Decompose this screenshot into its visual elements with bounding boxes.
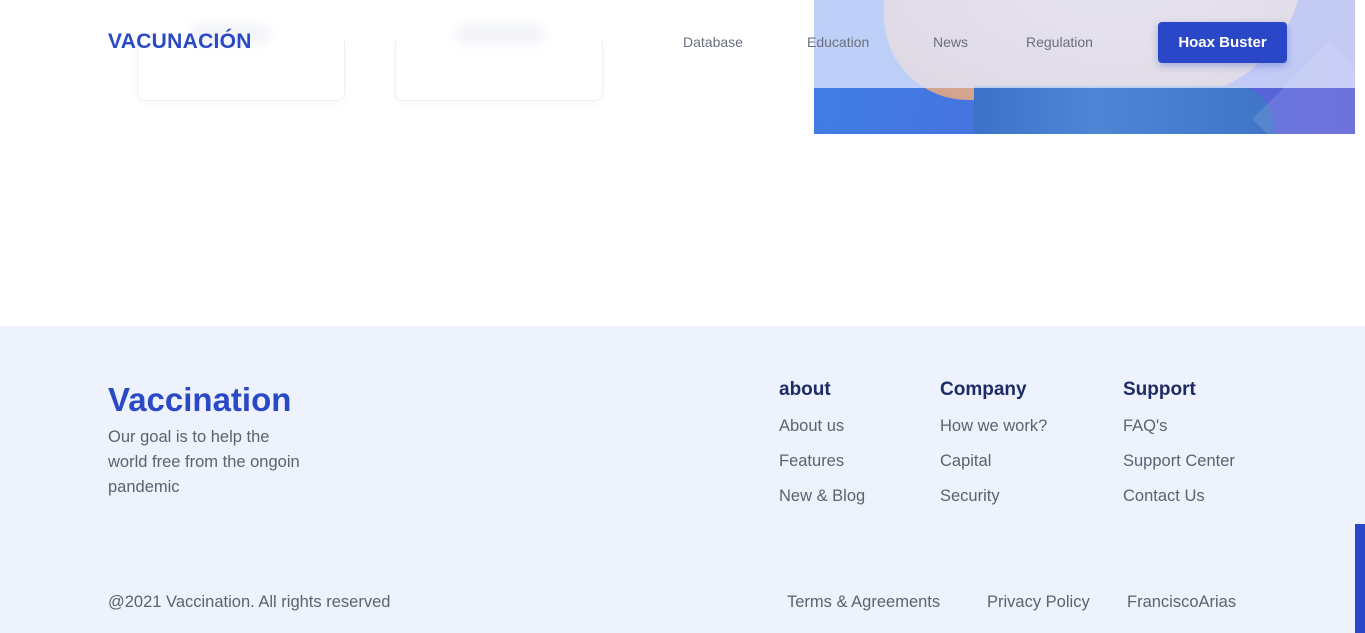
footer-link-capital[interactable]: Capital [940, 451, 1047, 486]
hero-image [814, 0, 1355, 134]
footer-column-title: Company [940, 379, 1027, 400]
footer-link-faqs[interactable]: FAQ's [1123, 416, 1235, 451]
footer-column-company: Company How we work? Capital Security [940, 379, 1047, 521]
nav-link-regulation[interactable]: Regulation [1026, 34, 1093, 50]
scroll-to-top-tab[interactable] [1355, 524, 1365, 633]
site-footer: Vaccination Our goal is to help the worl… [0, 326, 1365, 633]
footer-link-security[interactable]: Security [940, 486, 1047, 521]
footer-tagline: Our goal is to help the world free from … [108, 428, 300, 496]
site-logo[interactable]: VACUNACIÓN [108, 30, 252, 54]
footer-link-contact-us[interactable]: Contact Us [1123, 486, 1235, 521]
copyright-text: @2021 Vaccination. All rights reserved [108, 593, 391, 611]
footer-column-about: about About us Features New & Blog [779, 379, 865, 521]
privacy-policy-link[interactable]: Privacy Policy [987, 593, 1090, 612]
hoax-buster-button[interactable]: Hoax Buster [1158, 22, 1287, 63]
terms-link[interactable]: Terms & Agreements [787, 593, 940, 612]
footer-link-features[interactable]: Features [779, 451, 865, 486]
nav-link-education[interactable]: Education [807, 34, 869, 50]
nav-link-database[interactable]: Database [683, 34, 743, 50]
faded-card-text [455, 24, 545, 44]
footer-link-how-we-work[interactable]: How we work? [940, 416, 1047, 451]
footer-link-news-blog[interactable]: New & Blog [779, 486, 865, 521]
faded-card [395, 40, 603, 101]
nav-link-news[interactable]: News [933, 34, 968, 50]
footer-column-title: about [779, 379, 831, 400]
footer-link-about-us[interactable]: About us [779, 416, 865, 451]
footer-brand: Vaccination [108, 381, 292, 418]
footer-column-support: Support FAQ's Support Center Contact Us [1123, 379, 1235, 521]
footer-column-title: Support [1123, 379, 1196, 400]
author-link[interactable]: FranciscoArias [1127, 593, 1236, 612]
footer-link-support-center[interactable]: Support Center [1123, 451, 1235, 486]
